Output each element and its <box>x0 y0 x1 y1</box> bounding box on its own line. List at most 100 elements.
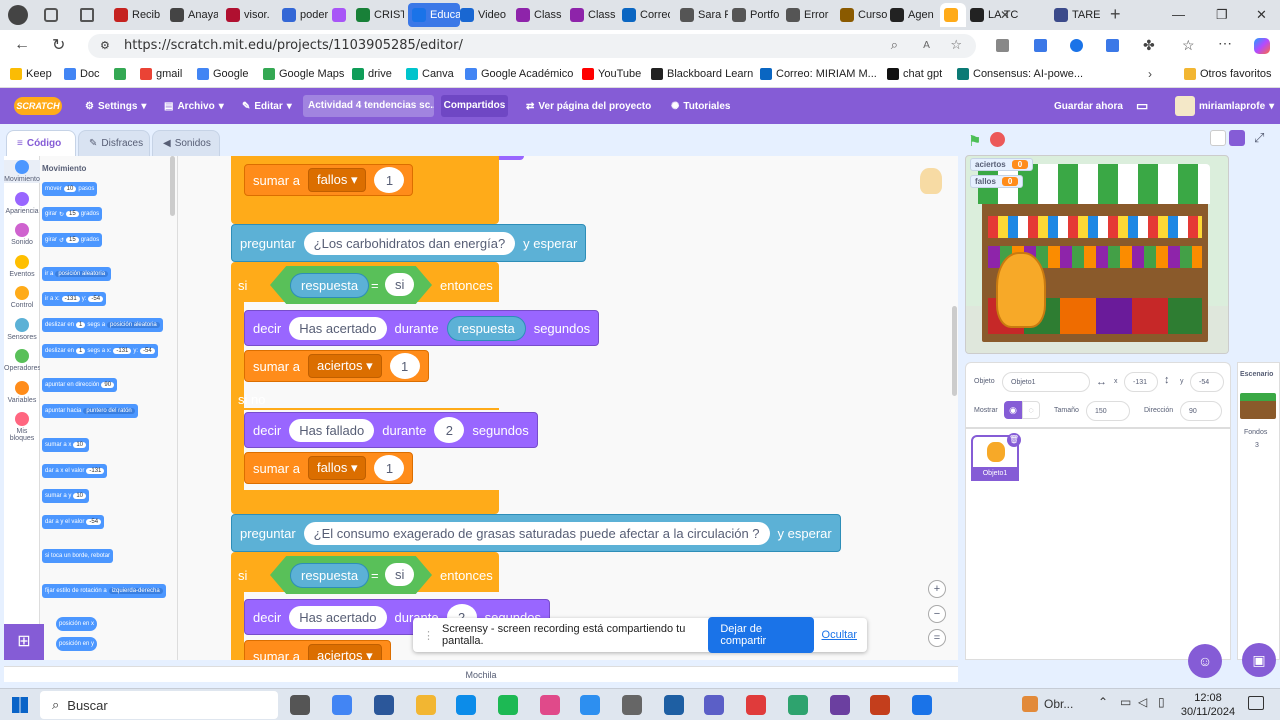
category-5[interactable]: Sensores <box>4 317 40 341</box>
bookmark-item[interactable]: Consensus: AI-powe... <box>957 68 1083 80</box>
zoom-out-icon[interactable]: − <box>928 605 946 623</box>
shared-button[interactable]: Compartidos <box>441 95 508 117</box>
ask-block[interactable]: preguntar ¿El consumo exagerado de grasa… <box>231 514 841 552</box>
change-y-block[interactable]: sumar a y 10 <box>42 489 90 503</box>
snipping-icon[interactable] <box>540 695 560 715</box>
number-input[interactable]: 1 <box>374 167 405 193</box>
answer-reporter[interactable]: respuesta <box>446 315 526 341</box>
number-input[interactable]: 2 <box>434 417 465 443</box>
bookmark-item[interactable]: Blackboard Learn <box>651 68 753 80</box>
extension-icon[interactable] <box>1106 39 1119 52</box>
x-input[interactable]: -131 <box>1124 372 1158 392</box>
zoom-in-icon[interactable]: + <box>928 580 946 598</box>
browser-tab[interactable]: Error <box>782 3 834 27</box>
bookmark-item[interactable]: Google Académico <box>465 68 573 80</box>
zoom-icon[interactable]: ⌕ <box>891 34 898 58</box>
block-input[interactable]: 1 <box>76 322 86 328</box>
extension-icon[interactable] <box>1034 39 1047 52</box>
backdrop-thumbnail[interactable] <box>1240 393 1276 419</box>
drag-handle-icon[interactable]: ⋮ <box>423 629 434 642</box>
block-input[interactable]: -54 <box>86 519 102 525</box>
chat-icon[interactable] <box>788 695 808 715</box>
x-position-reporter[interactable]: posición en x <box>56 617 98 631</box>
browser-tab[interactable]: LA TC <box>966 3 1018 27</box>
network-icon[interactable]: ▭ <box>1120 695 1131 709</box>
browser-tab[interactable] <box>940 3 966 27</box>
text-input[interactable]: ¿Los carbohidratos dan energía? <box>303 231 516 255</box>
palette-scrollbar[interactable] <box>170 156 175 216</box>
change-x-block[interactable]: sumar a x 10 <box>42 438 90 452</box>
category-4[interactable]: Control <box>4 286 40 309</box>
bookmark-item[interactable]: Keep <box>10 68 52 80</box>
change-variable-block[interactable]: sumar a fallos ▾ 1 <box>244 452 414 484</box>
block-input[interactable]: 10 <box>73 442 87 448</box>
turn-left-block[interactable]: girar ↺ 15 grados <box>42 233 103 247</box>
bookmark-item[interactable]: Canva <box>406 68 454 80</box>
bookmark-item[interactable]: Google <box>197 68 248 80</box>
compare-input[interactable]: si <box>385 563 415 586</box>
bounce-block[interactable]: si toca un borde, rebotar <box>42 549 114 563</box>
number-input[interactable]: 1 <box>374 455 405 481</box>
say-for-secs-block[interactable]: decir Has acertado durante respuesta seg… <box>244 310 600 346</box>
browser-tab[interactable]: Sara F <box>676 3 728 27</box>
y-position-reporter[interactable]: posición en y <box>56 637 98 651</box>
move-block[interactable]: mover 10 pasos <box>42 182 98 196</box>
settings-menu[interactable]: ⚙ Settings ▾ <box>85 88 146 124</box>
tutorials-button[interactable]: ✺ Tutoriales <box>671 88 730 124</box>
block-input[interactable]: -131 <box>86 468 105 474</box>
tab-costumes[interactable]: ✎ Disfraces <box>78 130 150 156</box>
browser-tab[interactable]: Anaya <box>166 3 218 27</box>
browser-tab[interactable]: Correo <box>618 3 670 27</box>
battery-icon[interactable]: ▯ <box>1158 695 1165 709</box>
block-input[interactable]: 1 <box>76 348 86 354</box>
workspaces-icon[interactable] <box>44 8 58 22</box>
compare-input[interactable]: si <box>385 273 415 296</box>
goto-xy-block[interactable]: ir a x: -131 y: -54 <box>42 292 107 306</box>
teams-icon[interactable] <box>704 695 724 715</box>
block-input[interactable]: 10 <box>73 493 87 499</box>
weather-widget[interactable]: Obr... <box>1022 696 1073 712</box>
user-menu[interactable]: miriamlaprofe ▾ <box>1175 88 1274 124</box>
change-variable-block[interactable]: sumar a fallos ▾ 1 <box>244 164 414 196</box>
block-dropdown[interactable]: posición aleatoria <box>107 322 160 328</box>
edit-menu[interactable]: ✎ Editar ▾ <box>242 88 292 124</box>
direction-input[interactable]: 90 <box>1180 401 1222 421</box>
tab-close-icon[interactable]: ✕ <box>1000 8 1010 22</box>
zoom-reset-icon[interactable]: = <box>928 629 946 647</box>
category-1[interactable]: Apariencia <box>4 191 40 215</box>
change-variable-block[interactable]: sumar a aciertos ▾ <box>244 640 391 660</box>
word-icon[interactable] <box>374 695 394 715</box>
bookmark-item[interactable]: chat gpt <box>887 68 942 80</box>
variable-dropdown[interactable]: fallos ▾ <box>307 456 367 480</box>
block-dropdown[interactable]: izquierda-derecha <box>108 588 163 594</box>
task-view-icon[interactable] <box>290 695 310 715</box>
block-input[interactable]: 10 <box>63 186 77 192</box>
y-input[interactable]: -54 <box>1190 372 1224 392</box>
recorder-icon[interactable] <box>746 695 766 715</box>
answer-reporter[interactable]: respuesta <box>290 273 370 298</box>
project-title-input[interactable]: Actividad 4 tendencias sc... <box>303 95 434 117</box>
text-input[interactable]: Has acertado <box>289 316 387 340</box>
block-dropdown[interactable]: posición aleatoria <box>55 271 109 277</box>
profile-avatar[interactable] <box>8 5 28 25</box>
reload-icon[interactable]: ↻ <box>52 35 65 55</box>
cat-sprite[interactable] <box>996 252 1046 328</box>
variable-dropdown[interactable]: fallos ▾ <box>307 168 367 192</box>
show-visible-eye-icon[interactable]: ◉ <box>1004 401 1022 419</box>
sprite-name-input[interactable]: Objeto1 <box>1002 372 1090 392</box>
fallos-monitor[interactable]: fallos 0 <box>970 175 1024 188</box>
extensions-puzzle-icon[interactable]: ✤ <box>1143 37 1155 54</box>
onenote-icon[interactable] <box>622 695 642 715</box>
turn-right-block[interactable]: girar ↻ 15 grados <box>42 207 103 221</box>
url-field[interactable]: ⚙ https://scratch.mit.edu/projects/11039… <box>88 34 976 58</box>
tab-actions-icon[interactable] <box>80 8 94 22</box>
variable-dropdown[interactable]: aciertos ▾ <box>307 644 382 660</box>
hide-link[interactable]: Ocultar <box>822 629 857 641</box>
add-extension-button[interactable]: ⊞ <box>4 624 44 660</box>
favorites-icon[interactable]: ☆ <box>1182 37 1195 54</box>
tab-sounds[interactable]: ◀ Sonidos <box>152 130 220 156</box>
browser-tab[interactable] <box>328 3 348 27</box>
category-2[interactable]: Sonido <box>4 223 40 246</box>
category-8[interactable]: Mis bloques <box>4 412 40 442</box>
back-icon[interactable]: ← <box>14 36 30 54</box>
